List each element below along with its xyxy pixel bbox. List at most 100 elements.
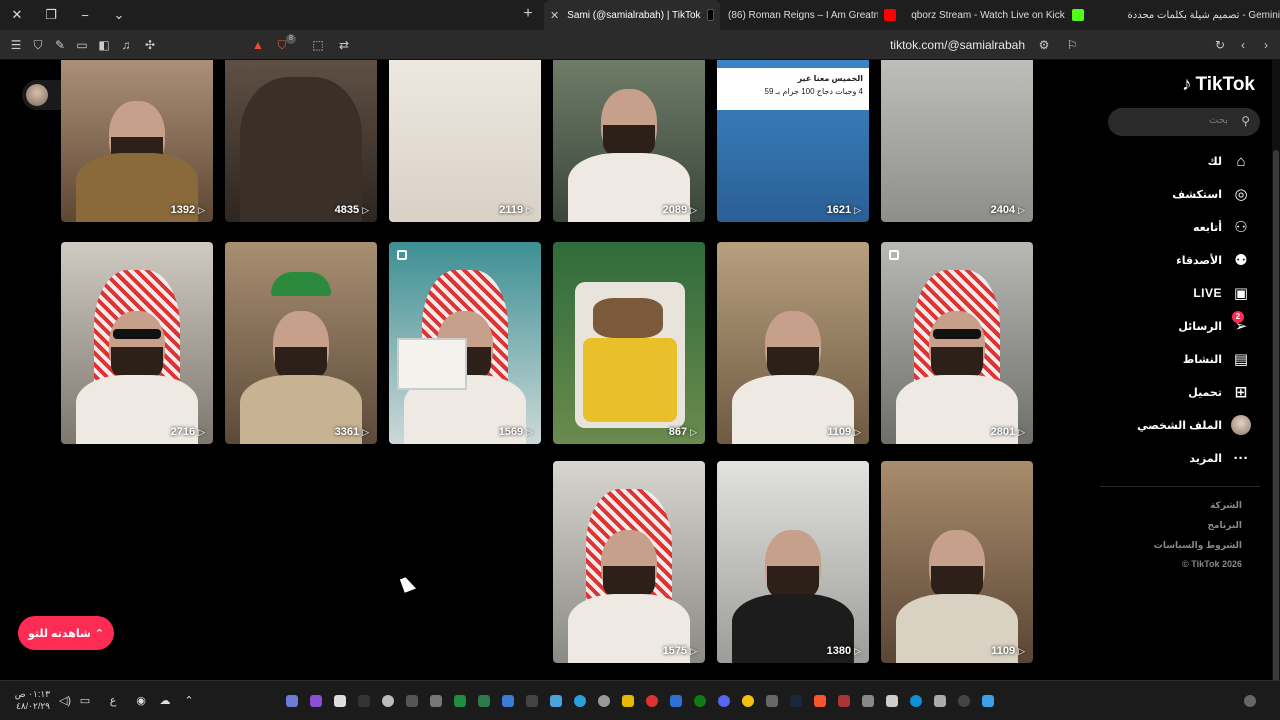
onedrive-icon[interactable]: ☁ <box>158 694 172 708</box>
sidebar-icon[interactable]: ◧ <box>96 37 112 53</box>
forward-icon[interactable]: › <box>1258 37 1274 53</box>
app-icon[interactable] <box>598 695 610 707</box>
app-icon[interactable] <box>550 695 562 707</box>
tab-gemini[interactable]: Gemini - تصميم شيلة بكلمات محددة <box>1104 0 1280 30</box>
app-icon[interactable] <box>670 695 682 707</box>
start-icon[interactable] <box>982 695 994 707</box>
nav-live[interactable]: LIVE ▣ <box>1193 282 1252 304</box>
translate-icon[interactable]: ⇄ <box>336 37 352 53</box>
menu-icon[interactable]: ☰ <box>8 37 24 53</box>
network-icon[interactable]: ▭ <box>78 694 92 708</box>
tab-kick[interactable]: qborz Stream - Watch Live on Kick <box>910 0 1090 30</box>
footer-link-program[interactable]: البرنامج <box>1207 520 1242 531</box>
video-tile[interactable]: 2716 ▷ <box>61 242 213 444</box>
video-tile[interactable]: 2119 ▷ <box>389 60 541 222</box>
video-tile[interactable]: 1380 ▷ <box>717 461 869 663</box>
spreadsheet-icon[interactable] <box>454 695 466 707</box>
minimize-window-icon[interactable]: − <box>68 0 102 30</box>
microphone-icon[interactable]: ◉ <box>134 694 148 708</box>
app-icon[interactable] <box>502 695 514 707</box>
video-tile[interactable]: 2404 ▷ <box>881 60 1033 222</box>
close-tab-icon[interactable]: ✕ <box>550 9 559 22</box>
tray-chevron-icon[interactable]: ⌃ <box>182 694 196 708</box>
tab-list-chevron-icon[interactable]: ⌄ <box>102 0 136 30</box>
app-icon[interactable] <box>526 695 538 707</box>
nav-upload[interactable]: تحميل ⊞ <box>1188 381 1252 403</box>
video-tile[interactable]: 3361 ▷ <box>225 242 377 444</box>
input-language[interactable]: ع <box>106 694 120 708</box>
app-icon[interactable] <box>646 695 658 707</box>
search-icon[interactable] <box>958 695 970 707</box>
nav-for-you[interactable]: لك ⌂ <box>1208 150 1252 172</box>
app-icon[interactable] <box>310 695 322 707</box>
close-window-icon[interactable]: ✕ <box>0 0 34 30</box>
page-scrollbar[interactable] <box>1272 60 1280 710</box>
extensions-icon[interactable]: ✣ <box>142 37 158 53</box>
screenshot-icon[interactable]: ⬚ <box>310 37 326 53</box>
brave-icon[interactable] <box>814 695 826 707</box>
tab-tiktok[interactable]: ✕ Sami (@samialrabah) | TikTok <box>544 0 720 30</box>
brave-rewards-icon[interactable]: ▲ <box>250 37 266 53</box>
wallet-icon[interactable]: ▭ <box>74 37 90 53</box>
app-icon[interactable] <box>934 695 946 707</box>
nav-following[interactable]: أتابعه ⚇ <box>1193 216 1252 238</box>
video-tile[interactable]: 4835 ▷ <box>225 60 377 222</box>
volume-icon[interactable]: ◁) <box>58 694 72 708</box>
widgets-icon[interactable] <box>1244 695 1256 707</box>
just-watched-button[interactable]: شاهدته للتو ⌃ <box>18 616 114 650</box>
app-icon[interactable] <box>430 695 442 707</box>
user-avatar[interactable] <box>26 84 48 106</box>
store-icon[interactable] <box>886 695 898 707</box>
telegram-icon[interactable] <box>574 695 586 707</box>
video-tile[interactable]: 867 ▷ <box>553 242 705 444</box>
video-tile[interactable]: 1569 ▷ <box>389 242 541 444</box>
app-icon[interactable] <box>622 695 634 707</box>
pin-icon[interactable]: ✎ <box>52 37 68 53</box>
site-settings-icon[interactable]: ⚙ <box>1036 37 1052 53</box>
nav-activity[interactable]: النشاط ▤ <box>1183 348 1252 370</box>
tab-youtube[interactable]: (86) Roman Reigns – I Am Greatness <box>728 0 902 30</box>
footer-link-terms[interactable]: الشروط والسياسات <box>1154 540 1242 551</box>
video-tile[interactable]: 1109 ▷ <box>881 461 1033 663</box>
discord-icon[interactable] <box>718 695 730 707</box>
app-icon[interactable] <box>478 695 490 707</box>
app-icon[interactable] <box>862 695 874 707</box>
system-clock[interactable]: ٠١:١٣ ص ٤٨/٠٢/٢٩ <box>14 688 50 712</box>
settings-icon[interactable] <box>382 695 394 707</box>
footer-link-company[interactable]: الشركة <box>1210 500 1242 511</box>
search-icon[interactable]: ⚲ <box>1241 114 1250 128</box>
video-tile[interactable]: 1109 ▷ <box>717 242 869 444</box>
xbox-icon[interactable] <box>694 695 706 707</box>
video-tile[interactable]: 2801 ▷ <box>881 242 1033 444</box>
app-icon[interactable] <box>358 695 370 707</box>
file-icon[interactable] <box>334 695 346 707</box>
nav-more[interactable]: المزيد ··· <box>1189 447 1252 469</box>
app-icon[interactable] <box>406 695 418 707</box>
edge-icon[interactable] <box>910 695 922 707</box>
tiktok-logo[interactable]: ♪ TikTok <box>1182 74 1255 96</box>
restore-window-icon[interactable]: ❐ <box>34 0 68 30</box>
nav-explore[interactable]: استكشف ◎ <box>1172 183 1252 205</box>
new-tab-button[interactable]: + <box>518 5 538 25</box>
back-icon[interactable]: ‹ <box>1235 37 1251 53</box>
shield-icon[interactable]: ⛉ <box>30 37 46 53</box>
steam-icon[interactable] <box>790 695 802 707</box>
video-tile[interactable]: 1392 ▷ <box>61 60 213 222</box>
address-bar[interactable]: tiktok.com/@samialrabah <box>890 38 1025 52</box>
video-tile[interactable]: 1575 ▷ <box>553 461 705 663</box>
app-icon[interactable] <box>838 695 850 707</box>
view-count: 1569 ▷ <box>498 426 533 438</box>
bookmark-icon[interactable]: ⚐ <box>1064 37 1080 53</box>
nav-messages[interactable]: الرسائل ➢ 2 <box>1178 311 1252 337</box>
reload-icon[interactable]: ↻ <box>1212 37 1228 53</box>
video-tile[interactable]: الخميس معنا غير 4 وجبات دجاج 100 جرام بـ… <box>717 60 869 222</box>
scroll-thumb[interactable] <box>1273 150 1279 710</box>
music-icon[interactable]: ♫ <box>118 37 134 53</box>
app-icon[interactable] <box>766 695 778 707</box>
search-input[interactable]: بحث ⚲ <box>1108 108 1260 136</box>
video-tile[interactable]: 2089 ▷ <box>553 60 705 222</box>
app-icon[interactable] <box>286 695 298 707</box>
nav-profile[interactable]: الملف الشخصي <box>1137 414 1252 436</box>
nav-friends[interactable]: الأصدقاء ⚉ <box>1176 249 1252 271</box>
app-icon[interactable] <box>742 695 754 707</box>
